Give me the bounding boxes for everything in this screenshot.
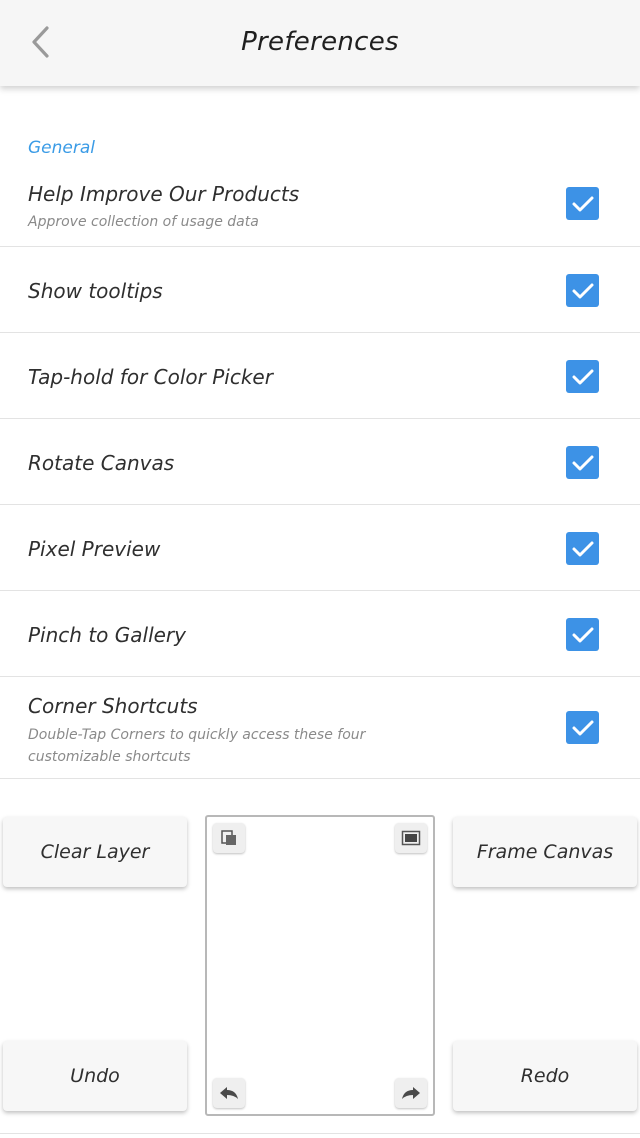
setting-row-help-improve[interactable]: Help Improve Our Products Approve collec…: [0, 160, 640, 247]
checkmark-icon: [572, 283, 593, 298]
setting-label: Rotate Canvas: [28, 451, 175, 475]
setting-row-corner-shortcuts[interactable]: Corner Shortcuts Double-Tap Corners to q…: [0, 677, 640, 779]
page-title: Preferences: [241, 27, 399, 57]
setting-label: Help Improve Our Products: [28, 182, 300, 206]
redo-arrow-glyph: [402, 1087, 420, 1099]
undo-button[interactable]: Undo: [3, 1041, 187, 1111]
frame-canvas-glyph: [401, 830, 421, 846]
top-bar: Preferences: [0, 0, 640, 86]
checkmark-icon: [572, 196, 593, 211]
setting-row-pinch-to-gallery[interactable]: Pinch to Gallery: [0, 591, 640, 677]
checkmark-icon: [572, 541, 593, 556]
setting-label: Tap-hold for Color Picker: [28, 365, 273, 389]
redo-icon[interactable]: [395, 1078, 427, 1108]
setting-label: Pinch to Gallery: [28, 623, 186, 647]
checkmark-icon: [572, 627, 593, 642]
undo-arrow-glyph: [220, 1087, 238, 1099]
redo-button[interactable]: Redo: [453, 1041, 637, 1111]
corner-shortcuts-checkbox[interactable]: [566, 711, 599, 744]
undo-icon[interactable]: [213, 1078, 245, 1108]
pixel-preview-checkbox[interactable]: [566, 532, 599, 565]
pinch-to-gallery-checkbox[interactable]: [566, 618, 599, 651]
setting-subtitle: Double-Tap Corners to quickly access the…: [28, 727, 366, 765]
frame-canvas-icon[interactable]: [395, 823, 427, 853]
frame-canvas-button[interactable]: Frame Canvas: [453, 817, 637, 887]
rotate-canvas-checkbox[interactable]: [566, 446, 599, 479]
checkmark-icon: [572, 720, 593, 735]
setting-label: Pixel Preview: [28, 537, 161, 561]
setting-label: Corner Shortcuts: [28, 694, 198, 718]
setting-row-tap-hold-color-picker[interactable]: Tap-hold for Color Picker: [0, 333, 640, 419]
clear-layer-glyph: [221, 830, 236, 845]
clear-layer-icon[interactable]: [213, 823, 245, 853]
show-tooltips-checkbox[interactable]: [566, 274, 599, 307]
bottom-divider: [0, 1133, 640, 1134]
setting-subtitle: Approve collection of usage data: [28, 214, 259, 230]
checkmark-icon: [572, 369, 593, 384]
setting-label: Show tooltips: [28, 279, 163, 303]
setting-row-pixel-preview[interactable]: Pixel Preview: [0, 505, 640, 591]
checkmark-icon: [572, 455, 593, 470]
section-title-general: General: [28, 138, 95, 158]
setting-row-show-tooltips[interactable]: Show tooltips: [0, 247, 640, 333]
tap-hold-color-picker-checkbox[interactable]: [566, 360, 599, 393]
corner-shortcuts-preview: [205, 815, 435, 1116]
help-improve-checkbox[interactable]: [566, 187, 599, 220]
clear-layer-button[interactable]: Clear Layer: [3, 817, 187, 887]
setting-row-rotate-canvas[interactable]: Rotate Canvas: [0, 419, 640, 505]
